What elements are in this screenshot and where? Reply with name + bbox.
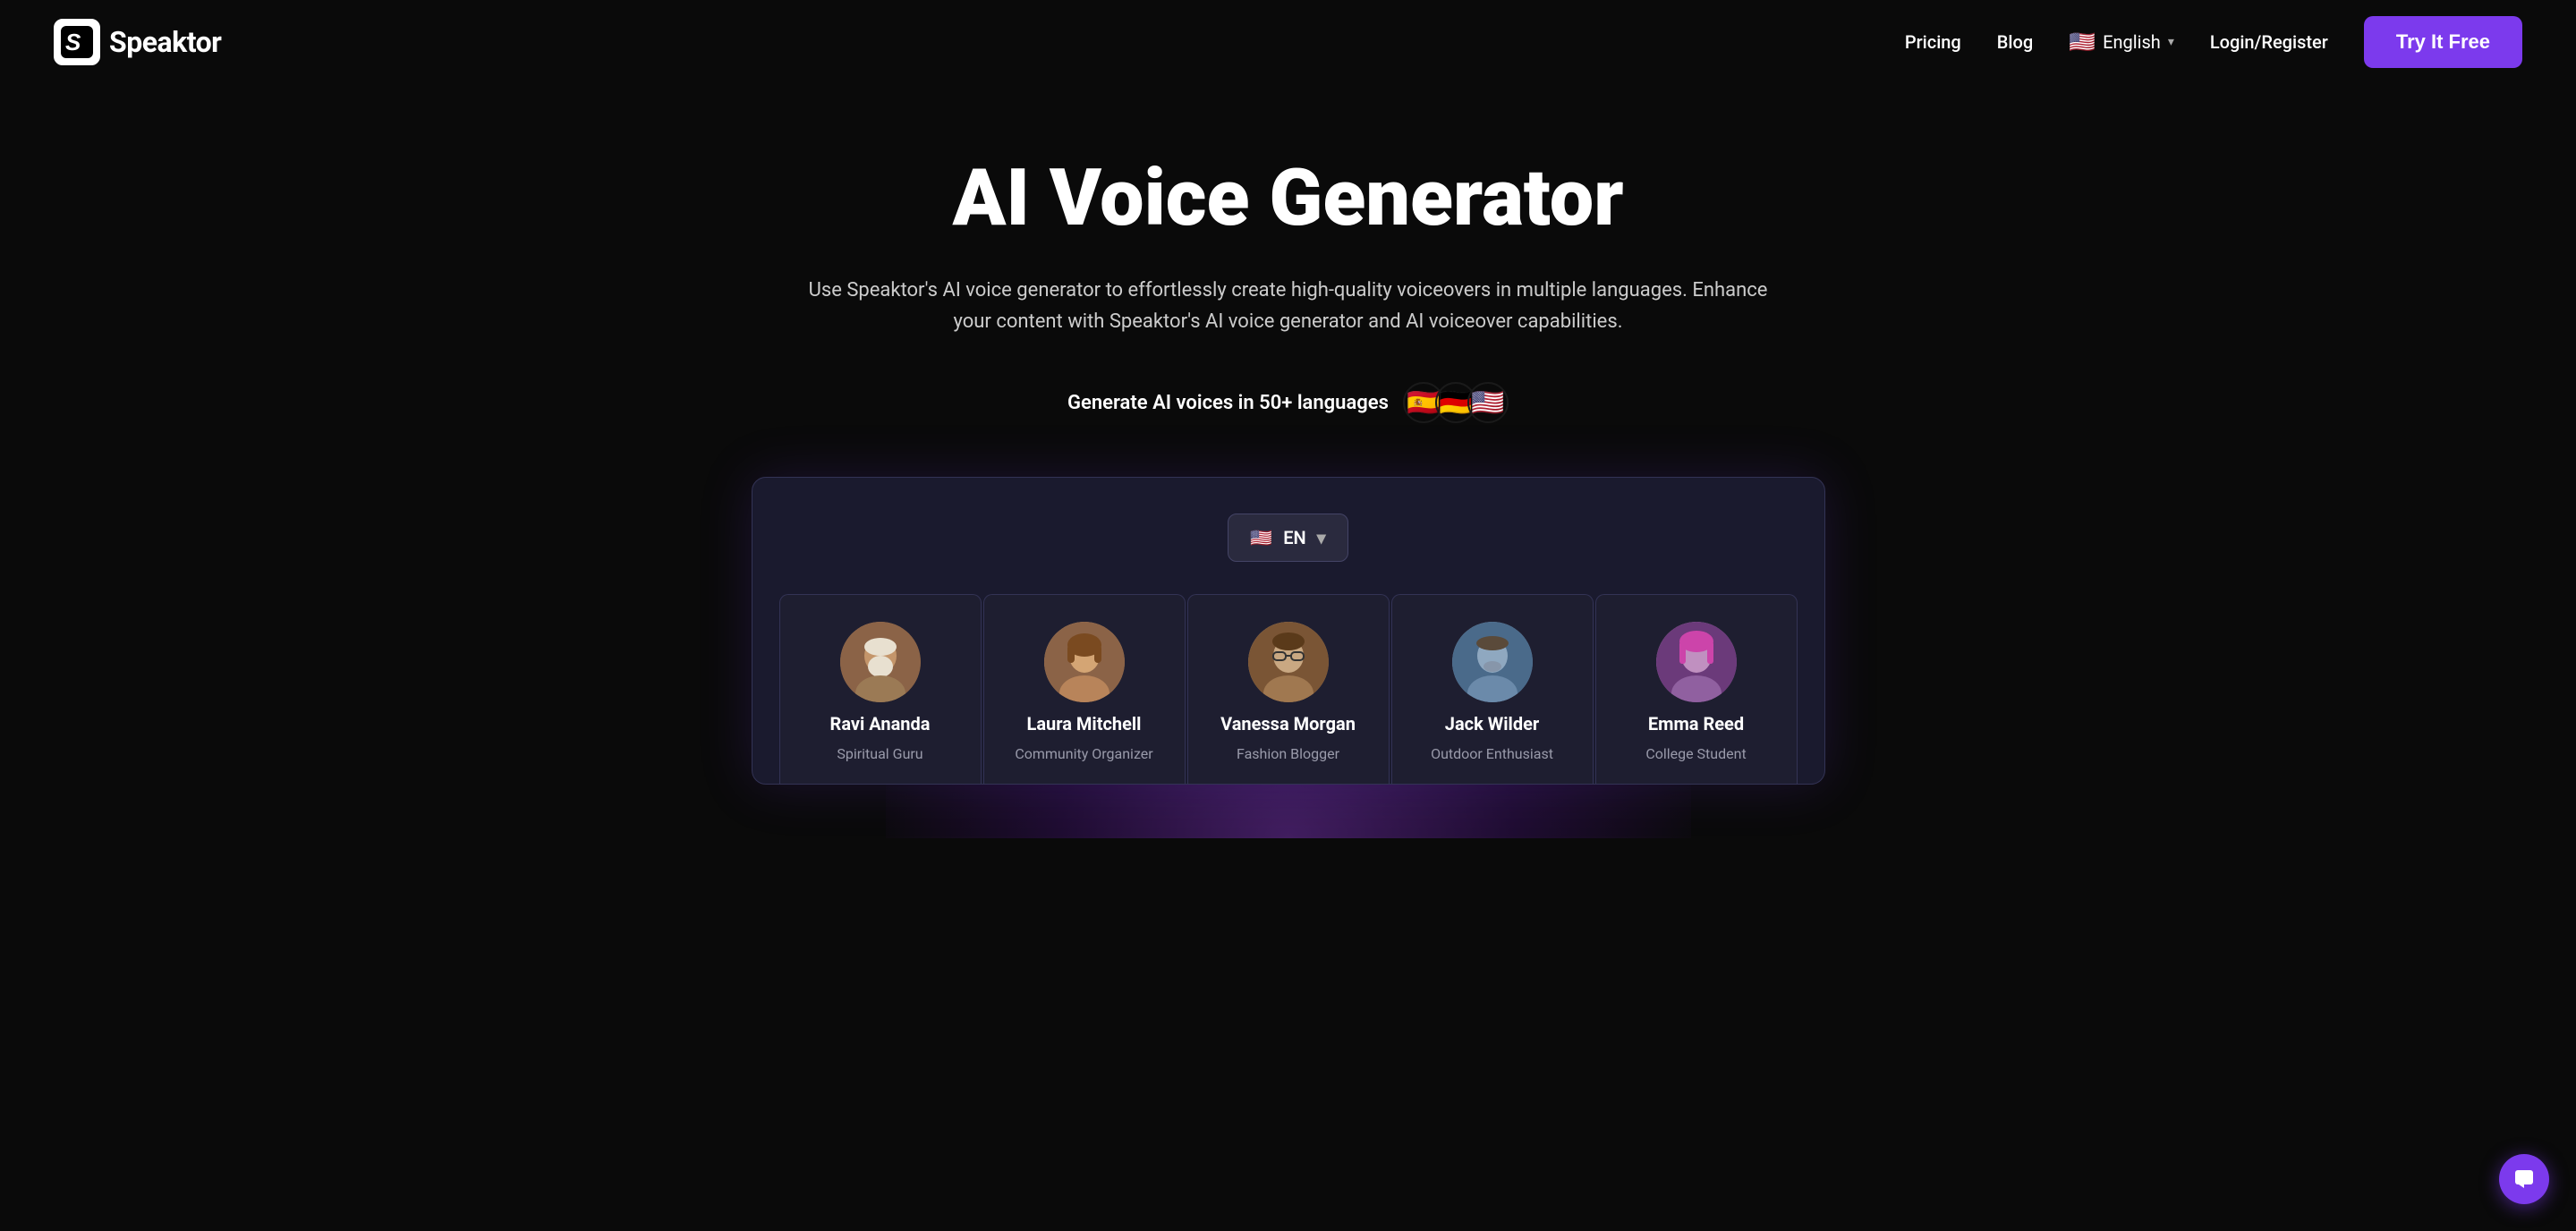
login-register-link[interactable]: Login/Register: [2210, 31, 2328, 53]
en-flag-icon: 🇺🇸: [1250, 527, 1272, 548]
main-nav: Pricing Blog 🇺🇸 English ▾ Login/Register…: [1905, 16, 2522, 68]
svg-text:S: S: [65, 29, 81, 55]
voice-role-jack: Outdoor Enthusiast: [1431, 745, 1553, 762]
voice-role-ravi: Spiritual Guru: [837, 745, 922, 762]
en-dropdown-container: 🇺🇸 EN ▾: [779, 514, 1798, 562]
logo-text: Speaktor: [109, 25, 221, 59]
voice-name-jack: Jack Wilder: [1445, 713, 1539, 734]
avatar-laura: [1044, 622, 1125, 702]
avatar-jack: [1452, 622, 1533, 702]
avatar-emma: [1656, 622, 1737, 702]
flag-us-icon: 🇺🇸: [1467, 382, 1509, 423]
avatar-ravi: [840, 622, 921, 702]
hero-subtitle: Use Speaktor's AI voice generator to eff…: [796, 275, 1781, 337]
chat-icon: [2512, 1167, 2537, 1192]
voice-name-emma: Emma Reed: [1648, 713, 1744, 734]
header: S Speaktor Pricing Blog 🇺🇸 English ▾ Log…: [0, 0, 2576, 84]
logo[interactable]: S Speaktor: [54, 19, 221, 65]
languages-row: Generate AI voices in 50+ languages 🇪🇸 🇩…: [54, 382, 2522, 423]
voice-name-vanessa: Vanessa Morgan: [1220, 713, 1356, 734]
voice-card-vanessa[interactable]: Vanessa Morgan Fashion Blogger: [1187, 594, 1390, 784]
logo-icon: S: [54, 19, 100, 65]
app-window: 🇺🇸 EN ▾: [752, 477, 1825, 785]
voice-card-emma[interactable]: Emma Reed College Student: [1595, 594, 1798, 784]
en-language-dropdown[interactable]: 🇺🇸 EN ▾: [1228, 514, 1348, 562]
voice-role-laura: Community Organizer: [1015, 745, 1152, 762]
voice-role-emma: College Student: [1645, 745, 1746, 762]
avatar-vanessa: [1248, 622, 1329, 702]
nav-pricing[interactable]: Pricing: [1905, 31, 1961, 53]
chevron-down-icon: ▾: [2168, 35, 2174, 49]
voice-role-vanessa: Fashion Blogger: [1237, 745, 1339, 762]
voice-name-ravi: Ravi Ananda: [830, 713, 931, 734]
flag-group: 🇪🇸 🇩🇪 🇺🇸: [1403, 382, 1509, 423]
voice-name-laura: Laura Mitchell: [1027, 713, 1142, 734]
app-preview: 🇺🇸 EN ▾: [752, 477, 1825, 785]
hero-title: AI Voice Generator: [54, 156, 2522, 242]
hero-section: AI Voice Generator Use Speaktor's AI voi…: [0, 84, 2576, 838]
language-label: English: [2103, 31, 2161, 53]
voice-card-laura[interactable]: Laura Mitchell Community Organizer: [983, 594, 1186, 784]
language-selector[interactable]: 🇺🇸 English ▾: [2069, 30, 2174, 55]
en-chevron-icon: ▾: [1317, 527, 1326, 548]
voice-card-ravi[interactable]: Ravi Ananda Spiritual Guru: [779, 594, 982, 784]
voice-card-jack[interactable]: Jack Wilder Outdoor Enthusiast: [1391, 594, 1594, 784]
voice-cards-row: Ravi Ananda Spiritual Guru: [779, 594, 1798, 784]
flag-us-icon: 🇺🇸: [2069, 30, 2096, 55]
chat-widget[interactable]: [2499, 1154, 2549, 1204]
en-label: EN: [1283, 527, 1305, 548]
nav-blog[interactable]: Blog: [1997, 31, 2033, 53]
try-it-free-button[interactable]: Try It Free: [2364, 16, 2522, 68]
languages-label: Generate AI voices in 50+ languages: [1067, 392, 1389, 414]
